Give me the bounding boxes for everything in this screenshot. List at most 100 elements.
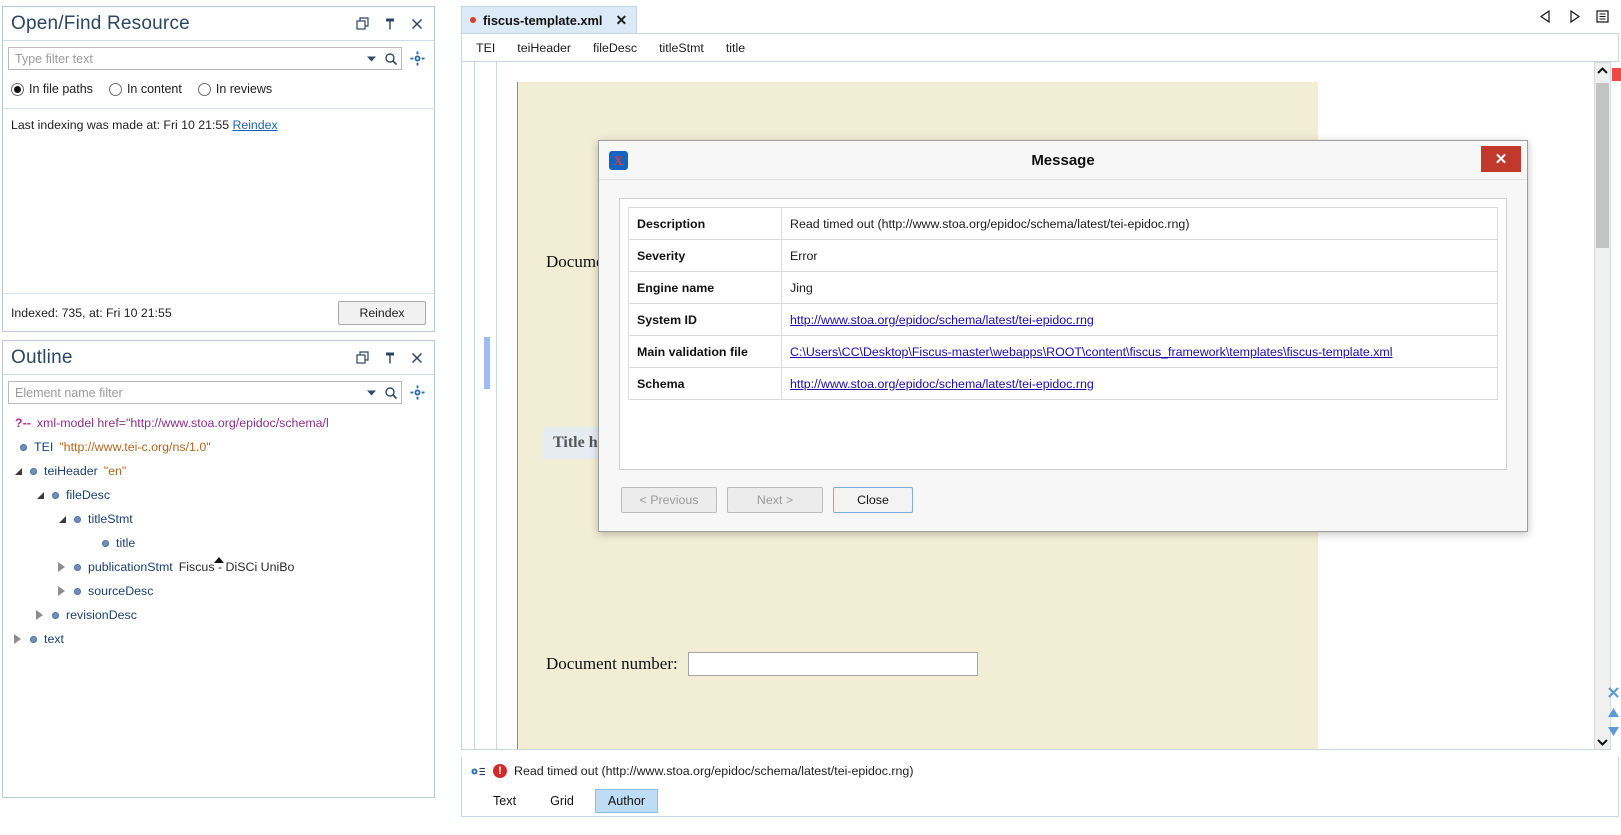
dialog-footer: < Previous Next > Close bbox=[599, 469, 1527, 531]
row-key: Schema bbox=[628, 367, 782, 400]
system-id-link[interactable]: http://www.stoa.org/epidoc/schema/latest… bbox=[790, 313, 1094, 327]
next-arrow-icon[interactable] bbox=[1568, 9, 1581, 26]
clear-markers-icon[interactable] bbox=[1607, 686, 1620, 702]
next-button[interactable]: Next > bbox=[727, 487, 823, 513]
main-validation-file-link[interactable]: C:\Users\CC\Desktop\Fiscus-master\webapp… bbox=[790, 345, 1393, 359]
gear-icon[interactable] bbox=[405, 381, 429, 404]
pin-icon[interactable] bbox=[383, 351, 397, 365]
row-key: Main validation file bbox=[628, 335, 782, 368]
previous-button[interactable]: < Previous bbox=[621, 487, 717, 513]
message-dialog[interactable]: X Message ✕ Description Read timed out (… bbox=[598, 140, 1528, 532]
tree-node-xml-model[interactable]: ?-- xml-model href="http://www.stoa.org/… bbox=[3, 411, 434, 435]
tree-node-title[interactable]: title bbox=[3, 531, 434, 563]
error-marker[interactable] bbox=[1612, 68, 1621, 81]
row-key: System ID bbox=[628, 303, 782, 336]
twisty-collapsed-icon[interactable] bbox=[11, 632, 25, 646]
change-marker bbox=[484, 337, 490, 389]
status-message: Read timed out (http://www.stoa.org/epid… bbox=[514, 764, 914, 778]
table-row: Main validation file C:\Users\CC\Desktop… bbox=[628, 335, 1498, 368]
twisty-expanded-icon[interactable] bbox=[33, 488, 47, 502]
close-button[interactable]: Close bbox=[833, 487, 913, 513]
radio-indicator[interactable] bbox=[11, 82, 24, 96]
breadcrumb-item-teiheader[interactable]: teiHeader bbox=[517, 41, 571, 55]
twisty-expanded-icon[interactable] bbox=[11, 464, 25, 478]
find-filter-input[interactable] bbox=[9, 48, 361, 69]
tree-node-label: sourceDesc bbox=[88, 584, 154, 598]
modified-indicator-icon bbox=[470, 17, 476, 23]
table-row: Severity Error bbox=[628, 239, 1498, 272]
tab-list-icon[interactable] bbox=[1596, 10, 1609, 26]
gear-icon[interactable] bbox=[405, 47, 429, 70]
tree-node-filedesc[interactable]: fileDesc bbox=[3, 483, 434, 507]
editor-tab-label: fiscus-template.xml bbox=[483, 12, 603, 28]
tree-node-label: text bbox=[44, 632, 64, 646]
tree-node-label: titleStmt bbox=[88, 512, 133, 526]
element-bullet-icon bbox=[52, 491, 59, 499]
details-panel: Description Read timed out (http://www.s… bbox=[619, 198, 1507, 470]
previous-error-icon[interactable] bbox=[1607, 707, 1620, 721]
tree-node-label: publicationStmt bbox=[88, 560, 173, 574]
table-row: Schema http://www.stoa.org/epidoc/schema… bbox=[628, 367, 1498, 400]
close-icon[interactable] bbox=[410, 17, 424, 31]
search-icon[interactable] bbox=[381, 48, 401, 69]
dialog-close-button[interactable]: ✕ bbox=[1481, 146, 1521, 172]
twisty-collapsed-icon[interactable] bbox=[55, 584, 69, 598]
editor-vertical-scrollbar[interactable] bbox=[1594, 62, 1611, 750]
pin-icon[interactable] bbox=[383, 17, 397, 31]
breadcrumb: TEI teiHeader fileDesc titleStmt title bbox=[461, 33, 1619, 62]
breadcrumb-item-tei[interactable]: TEI bbox=[476, 41, 495, 55]
tree-node-tei[interactable]: TEI "http://www.tei-c.org/ns/1.0" bbox=[3, 435, 434, 459]
radio-indicator[interactable] bbox=[197, 82, 211, 96]
tree-node-titlestmt[interactable]: titleStmt bbox=[3, 507, 434, 531]
tree-node-text[interactable]: text bbox=[3, 627, 434, 651]
twisty-expanded-icon[interactable] bbox=[55, 512, 69, 526]
tree-node-sourcedesc[interactable]: sourceDesc bbox=[3, 579, 434, 603]
tab-text[interactable]: Text bbox=[480, 789, 529, 813]
find-filter-row bbox=[8, 46, 429, 71]
tab-grid[interactable]: Grid bbox=[537, 789, 587, 813]
reindex-button[interactable]: Reindex bbox=[338, 300, 426, 325]
schema-link[interactable]: http://www.stoa.org/epidoc/schema/latest… bbox=[790, 377, 1094, 391]
twisty-collapsed-icon[interactable] bbox=[55, 560, 69, 574]
element-bullet-icon bbox=[20, 443, 27, 451]
status-bar: ! Read timed out (http://www.stoa.org/ep… bbox=[461, 757, 1619, 785]
radio-indicator[interactable] bbox=[108, 82, 122, 96]
radio-in-reviews[interactable]: In reviews bbox=[197, 82, 272, 96]
tree-node-revisiondesc[interactable]: revisionDesc bbox=[3, 603, 434, 627]
find-filter-box[interactable] bbox=[8, 47, 402, 70]
find-scope-radio-group: In file paths In content In reviews bbox=[11, 77, 434, 101]
overview-ruler[interactable] bbox=[1610, 62, 1621, 750]
tab-author[interactable]: Author bbox=[594, 788, 659, 813]
chevron-down-icon[interactable] bbox=[361, 48, 381, 69]
twisty-collapsed-icon[interactable] bbox=[33, 608, 47, 622]
processing-instruction-icon: ?-- bbox=[15, 416, 31, 430]
tab-close-icon[interactable]: ✕ bbox=[615, 12, 627, 29]
close-icon[interactable] bbox=[410, 351, 424, 365]
editor-tabstrip: fiscus-template.xml ✕ bbox=[443, 6, 1621, 34]
document-number-input[interactable] bbox=[687, 652, 978, 676]
last-indexing-note: Last indexing was made at: Fri 10 21:55 … bbox=[3, 109, 434, 132]
reindex-link[interactable]: Reindex bbox=[232, 118, 277, 132]
status-options-icon[interactable] bbox=[470, 765, 486, 778]
editor-tab-fiscus-template-xml[interactable]: fiscus-template.xml ✕ bbox=[461, 6, 638, 33]
tree-node-attr: "en" bbox=[103, 464, 127, 478]
next-error-icon[interactable] bbox=[1607, 726, 1620, 740]
breadcrumb-item-title[interactable]: title bbox=[726, 41, 745, 55]
row-value: http://www.stoa.org/epidoc/schema/latest… bbox=[781, 367, 1498, 400]
scrollbar-thumb[interactable] bbox=[1596, 83, 1609, 248]
search-icon[interactable] bbox=[381, 382, 401, 403]
radio-in-file-paths[interactable]: In file paths bbox=[11, 82, 93, 96]
breadcrumb-item-titlestmt[interactable]: titleStmt bbox=[659, 41, 704, 55]
restore-icon[interactable] bbox=[356, 16, 370, 31]
outline-filter-input[interactable] bbox=[9, 382, 361, 403]
tree-node-teiheader[interactable]: teiHeader "en" bbox=[3, 459, 434, 483]
restore-icon[interactable] bbox=[356, 350, 370, 365]
row-key: Description bbox=[628, 207, 782, 240]
outline-filter-box[interactable] bbox=[8, 381, 402, 404]
find-view-title: Open/Find Resource bbox=[11, 12, 190, 34]
radio-in-content[interactable]: In content bbox=[108, 82, 182, 96]
chevron-down-icon[interactable] bbox=[361, 382, 381, 403]
prev-arrow-icon[interactable] bbox=[1539, 9, 1552, 26]
breadcrumb-item-filedesc[interactable]: fileDesc bbox=[593, 41, 637, 55]
scroll-up-arrow-icon[interactable] bbox=[1595, 63, 1610, 78]
